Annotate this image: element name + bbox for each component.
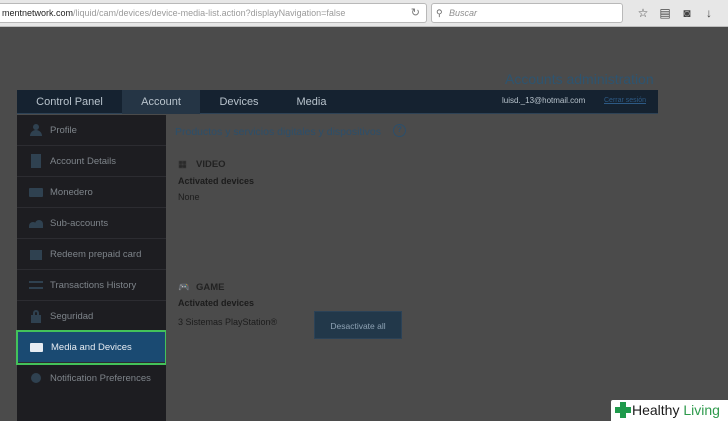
pocket-icon[interactable]: ◙ [676, 4, 698, 22]
tab-devices[interactable]: Devices [200, 90, 278, 114]
sidebar-item-transactions-history[interactable]: Transactions History [17, 270, 166, 301]
film-icon: ▦ [178, 159, 187, 170]
page: Accounts administration Control Panel Ac… [0, 28, 728, 421]
gift-icon [29, 248, 43, 260]
video-heading-label: VIDEO [196, 159, 226, 170]
main-content: Productos y servicios digitales y dispos… [166, 115, 658, 421]
game-heading-label: GAME [196, 282, 225, 293]
users-icon [29, 217, 43, 229]
notification-icon [29, 372, 43, 384]
sidebar-item-seguridad[interactable]: Seguridad [17, 301, 166, 332]
user-icon [29, 124, 43, 136]
tab-account[interactable]: Account [122, 90, 200, 114]
download-icon[interactable]: ↓ [698, 4, 720, 22]
lock-icon [29, 310, 43, 323]
transfer-icon [29, 279, 43, 291]
sidebar-item-label: Media and Devices [51, 342, 132, 353]
sidebar-item-monedero[interactable]: Monedero [17, 177, 166, 208]
top-navigation: Control Panel Account Devices Media luis… [17, 90, 658, 114]
sidebar-item-label: Notification Preferences [50, 373, 151, 384]
video-activated-value: None [178, 192, 200, 202]
deactivate-all-button[interactable]: Desactivate all [314, 311, 402, 339]
address-bar[interactable]: mentnetwork.com/liquid/cam/devices/devic… [0, 3, 427, 23]
watermark-logo: Healthy Living [611, 400, 728, 421]
search-icon: ⚲ [436, 8, 443, 18]
tab-media[interactable]: Media [278, 90, 345, 114]
gamepad-icon: 🎮 [178, 282, 190, 293]
sidebar: Profile Account Details Monedero Sub-acc… [16, 115, 167, 421]
page-title: Accounts administration [505, 71, 654, 87]
sidebar-item-account-details[interactable]: Account Details [17, 146, 166, 177]
game-section-heading: 🎮 GAME [178, 282, 225, 293]
logout-link[interactable]: Cerrar sesión [604, 90, 646, 112]
watermark-word-1: Healthy [632, 402, 680, 418]
browser-toolbar: mentnetwork.com/liquid/cam/devices/devic… [0, 0, 728, 27]
tab-control-panel[interactable]: Control Panel [17, 90, 122, 114]
clipboard-icon[interactable]: ▤ [654, 4, 676, 22]
sidebar-item-label: Redeem prepaid card [50, 249, 142, 260]
game-activated-label: Activated devices [178, 298, 255, 308]
toolbar-icons: ☆ ▤ ◙ ↓ ⌂ ≡ [632, 4, 728, 22]
sidebar-item-sub-accounts[interactable]: Sub-accounts [17, 208, 166, 239]
media-devices-icon [30, 341, 44, 353]
sidebar-item-media-and-devices[interactable]: Media and Devices [16, 330, 167, 365]
sidebar-item-label: Account Details [50, 156, 117, 167]
user-email: luisd._13@hotmail.com [502, 96, 586, 105]
sidebar-item-label: Sub-accounts [50, 218, 109, 229]
url-path: /liquid/cam/devices/device-media-list.ac… [73, 8, 346, 18]
sidebar-item-label: Profile [50, 125, 77, 136]
browser-search-input[interactable]: ⚲ Buscar [431, 3, 623, 23]
sidebar-item-label: Seguridad [50, 311, 94, 322]
sidebar-item-label: Monedero [50, 187, 93, 198]
sidebar-item-redeem-prepaid-card[interactable]: Redeem prepaid card [17, 239, 166, 270]
watermark-word-2: Living [683, 402, 720, 418]
help-icon[interactable]: ? [393, 124, 406, 137]
game-activated-value: 3 Sistemas PlayStation® [178, 317, 278, 327]
document-icon [29, 154, 43, 168]
star-icon[interactable]: ☆ [632, 4, 654, 22]
reload-icon[interactable]: ↻ [411, 4, 420, 22]
video-activated-label: Activated devices [178, 176, 255, 186]
plus-cross-icon [615, 402, 631, 418]
wallet-icon [29, 186, 43, 198]
content-title: Productos y servicios digitales y dispos… [175, 126, 382, 138]
search-placeholder: Buscar [449, 8, 478, 18]
video-section-heading: ▦ VIDEO [178, 159, 226, 170]
sidebar-item-label: Transactions History [50, 280, 137, 291]
url-host: mentnetwork.com [2, 8, 74, 18]
home-icon[interactable]: ⌂ [720, 4, 728, 22]
sidebar-item-profile[interactable]: Profile [17, 115, 166, 146]
sidebar-item-notification-preferences[interactable]: Notification Preferences [17, 363, 166, 394]
